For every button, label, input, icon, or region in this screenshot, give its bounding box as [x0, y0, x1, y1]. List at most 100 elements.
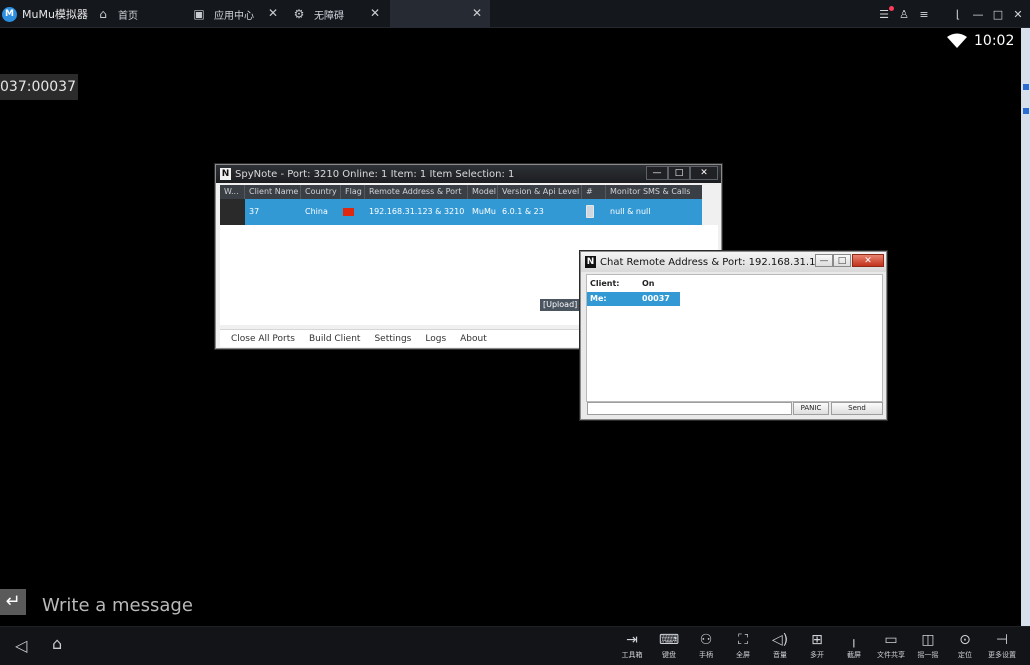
client-message-row: Client: On Start!! — [587, 277, 679, 302]
volume-icon: ◁) — [771, 632, 789, 648]
message-bar: ↵ Write a message — [0, 585, 1021, 625]
close-icon[interactable]: ✕ — [268, 6, 278, 20]
spynote-title: SpyNote - Port: 3210 Online: 1 Item: 1 I… — [235, 168, 515, 180]
screenshot-icon: ╷ — [849, 632, 859, 648]
column-header[interactable]: Remote Address & Port — [365, 185, 468, 199]
table-row[interactable]: 37 China 192.168.31.123 & 3210 MuMu 6.0.… — [220, 199, 702, 225]
chat-log: Client: On Start!! Me: 00037 — [586, 274, 883, 402]
chat-window: N Chat Remote Address & Port: 192.168.31… — [580, 251, 887, 420]
toolbar-file-share[interactable]: ▭ 文件共享 — [874, 630, 908, 664]
status-clock: 10:02 — [974, 33, 1015, 49]
tab-accessibility-label: 无障碍 — [314, 10, 344, 22]
settings-button[interactable]: Settings — [374, 334, 411, 344]
column-header[interactable]: Model — [468, 185, 498, 199]
model-cell: MuMu — [472, 207, 496, 216]
side-strip — [1021, 28, 1030, 628]
home-nav-icon[interactable]: ⌂ — [52, 634, 62, 653]
tab-app-center[interactable]: ▣ 应用中心 ✕ — [190, 0, 286, 28]
message-icon[interactable]: ☰ — [878, 8, 890, 21]
toolbar-toolbox[interactable]: ⇥ 工具箱 — [615, 630, 649, 664]
toolbar-location[interactable]: ⊙ 定位 — [948, 630, 982, 664]
toolbar-gamepad[interactable]: ⚇ 手柄 — [689, 630, 723, 664]
back-icon[interactable]: ◁ — [15, 636, 27, 655]
column-header[interactable]: Monitor SMS & Calls — [606, 185, 702, 199]
build-client-button[interactable]: Build Client — [309, 334, 361, 344]
column-header[interactable]: # — [582, 185, 606, 199]
toolbar-keyboard[interactable]: ⌨ 键盘 — [652, 630, 686, 664]
panic-button[interactable]: PANIC — [793, 402, 829, 415]
device-cell — [582, 199, 606, 225]
toolbar-more-settings[interactable]: ⊣ 更多设置 — [985, 630, 1019, 664]
gear-icon: ⚙ — [293, 7, 305, 21]
column-header[interactable]: Flag — [341, 185, 365, 199]
maximize-button[interactable]: □ — [668, 166, 690, 180]
brand-name: MuMu模拟器 — [22, 8, 88, 21]
flag-cell — [341, 199, 365, 225]
me-message: 00037 — [642, 294, 670, 303]
phone-icon — [586, 205, 594, 218]
more-icon: ⊣ — [995, 632, 1009, 648]
folder-icon: ▭ — [884, 632, 898, 648]
client-label: Client: — [590, 279, 620, 288]
toolbar-fullscreen[interactable]: ⛶ 全屏 — [726, 630, 760, 664]
send-button[interactable]: Send — [831, 402, 883, 415]
column-header[interactable]: Client Name — [245, 185, 301, 199]
enter-icon[interactable]: ↵ — [0, 589, 26, 615]
chat-input[interactable] — [587, 402, 792, 415]
version-cell: 6.0.1 & 23 — [502, 207, 544, 216]
app-center-icon: ▣ — [193, 7, 205, 21]
emulator-tab-bar: M MuMu模拟器 ⌂ 首页 ▣ 应用中心 ✕ ⚙ 无障碍 ✕ ✕ ☰ ♙ ≡ … — [0, 0, 1030, 28]
client-message: On Start!! — [642, 279, 672, 302]
toolbar-screenshot[interactable]: ╷ 截屏 — [837, 630, 871, 664]
close-icon[interactable]: ✕ — [1012, 8, 1024, 21]
me-label: Me: — [590, 294, 607, 303]
toolbar-multi-open[interactable]: ⊞ 多开 — [800, 630, 834, 664]
close-all-ports-button[interactable]: Close All Ports — [231, 334, 295, 344]
close-button[interactable]: ✕ — [690, 166, 718, 180]
minimize-button[interactable]: — — [815, 254, 833, 267]
emulator-screen: M MuMu模拟器 ⌂ 首页 ▣ 应用中心 ✕ ⚙ 无障碍 ✕ ✕ ☰ ♙ ≡ … — [0, 0, 1030, 665]
toolbar-volume[interactable]: ◁) 音量 — [763, 630, 797, 664]
about-button[interactable]: About — [460, 334, 487, 344]
minimize-button[interactable]: — — [646, 166, 668, 180]
china-flag-icon — [343, 208, 354, 216]
thumbnail — [220, 199, 245, 225]
user-icon[interactable]: ♙ — [898, 8, 910, 21]
tab-current[interactable]: ✕ — [390, 0, 490, 28]
toolbox-icon: ⇥ — [626, 632, 638, 648]
column-header[interactable]: Country — [301, 185, 341, 199]
emulator-toolbar: ◁ ⌂ ⇥ 工具箱 ⌨ 键盘 ⚇ 手柄 ⛶ 全屏 ◁) 音量 ⊞ 多开 ╷ 截屏 ▭ 文件共享 … — [0, 626, 1030, 665]
window-controls: ☰ ♙ ≡ ⌊ — □ ✕ — [878, 0, 1024, 28]
client-table-header: W... Client Name Country Flag Remote Add… — [220, 185, 702, 199]
tab-home-label: 首页 — [118, 10, 138, 22]
maximize-button[interactable]: □ — [833, 254, 851, 267]
shake-icon: ◫ — [921, 632, 935, 648]
remote-address-cell: 192.168.31.123 & 3210 — [369, 207, 465, 216]
spynote-logo-icon: N — [220, 168, 231, 180]
message-input[interactable]: Write a message — [42, 595, 193, 616]
close-icon[interactable]: ✕ — [370, 6, 380, 20]
close-button[interactable]: ✕ — [852, 254, 884, 267]
wifi-icon — [947, 33, 967, 48]
chat-title: Chat Remote Address & Port: 192.168.31.1… — [600, 256, 849, 268]
close-icon[interactable]: ✕ — [472, 6, 482, 20]
me-message-row: Me: 00037 — [587, 292, 680, 306]
country-cell: China — [305, 207, 328, 216]
column-header[interactable]: W... — [220, 185, 245, 199]
toolbar-shake[interactable]: ◫ 摇一摇 — [911, 630, 945, 664]
column-header[interactable]: Version & Api Level — [498, 185, 582, 199]
tab-accessibility[interactable]: ⚙ 无障碍 ✕ — [292, 0, 388, 28]
mumu-logo-icon: M — [2, 6, 17, 22]
spynote-logo-icon: N — [585, 256, 596, 268]
menu-icon[interactable]: ≡ — [918, 8, 930, 21]
device-tag: 037:00037 — [0, 74, 78, 100]
minimize-icon[interactable]: — — [972, 8, 984, 21]
fullscreen-icon: ⛶ — [738, 632, 748, 648]
monitor-cell: null & null — [610, 207, 651, 216]
pin-icon[interactable]: ⌊ — [952, 8, 964, 21]
maximize-icon[interactable]: □ — [992, 8, 1004, 21]
brand[interactable]: M MuMu模拟器 — [2, 0, 88, 28]
tab-home[interactable]: ⌂ 首页 — [96, 0, 188, 28]
logs-button[interactable]: Logs — [425, 334, 446, 344]
location-icon: ⊙ — [959, 632, 971, 648]
